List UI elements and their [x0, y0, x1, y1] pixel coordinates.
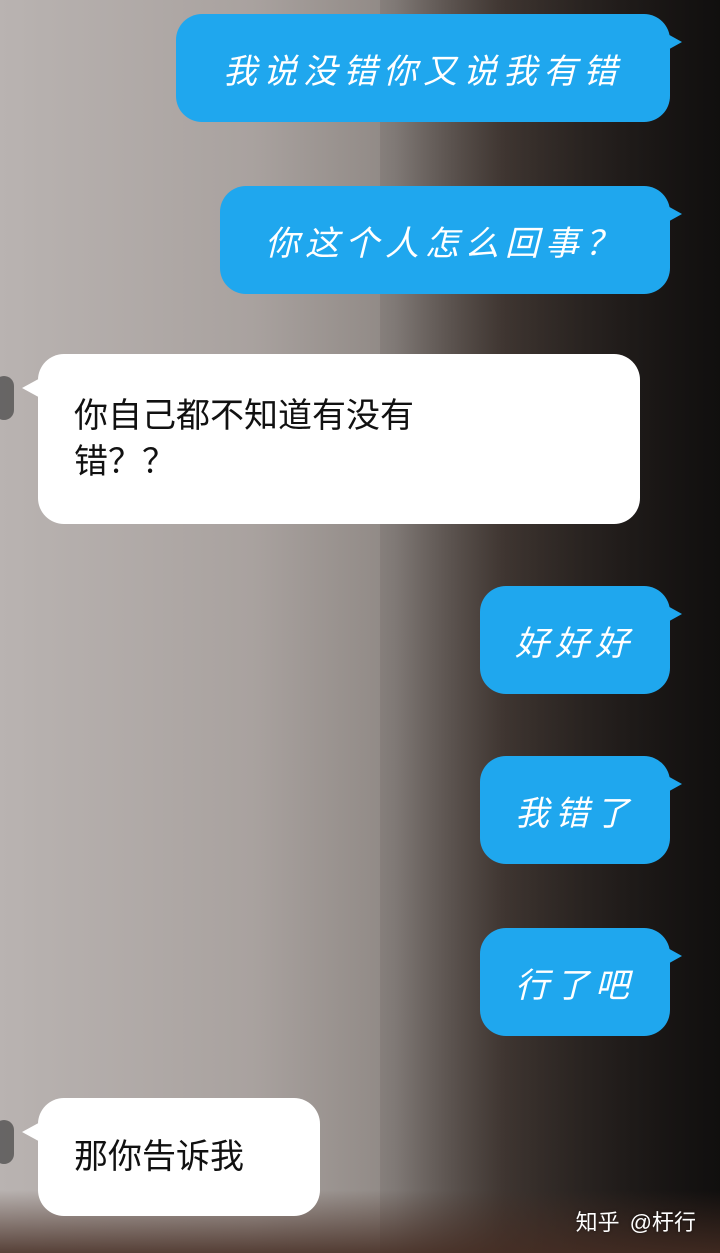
message-bubble-outgoing[interactable]: 我说没错你又说我有错: [176, 14, 682, 122]
message-text: 你这个人怎么回事？: [265, 223, 625, 264]
message-bubble-outgoing[interactable]: 好好好: [480, 586, 682, 694]
message-text: 我说没错你又说我有错: [223, 51, 623, 92]
message-text: 我错了: [515, 793, 635, 834]
message-text: 你自己都不知道有没有错？？: [74, 396, 414, 482]
sender-avatar[interactable]: [0, 376, 14, 420]
sender-avatar[interactable]: [0, 1120, 14, 1164]
message-bubble-outgoing[interactable]: 我错了: [480, 756, 682, 864]
message-bubble-incoming[interactable]: 你自己都不知道有没有错？？: [22, 354, 640, 524]
message-text: 好好好: [515, 623, 635, 664]
watermark: 知乎 @杅行: [576, 1205, 696, 1237]
watermark-site: 知乎: [575, 1210, 620, 1235]
message-bubble-outgoing[interactable]: 行了吧: [480, 928, 682, 1036]
message-bubble-outgoing[interactable]: 你这个人怎么回事？: [220, 186, 682, 294]
message-text: 行了吧: [515, 965, 635, 1006]
message-text: 那你告诉我: [74, 1137, 244, 1177]
watermark-user: @杅行: [629, 1210, 696, 1235]
message-bubble-incoming[interactable]: 那你告诉我: [22, 1098, 320, 1216]
